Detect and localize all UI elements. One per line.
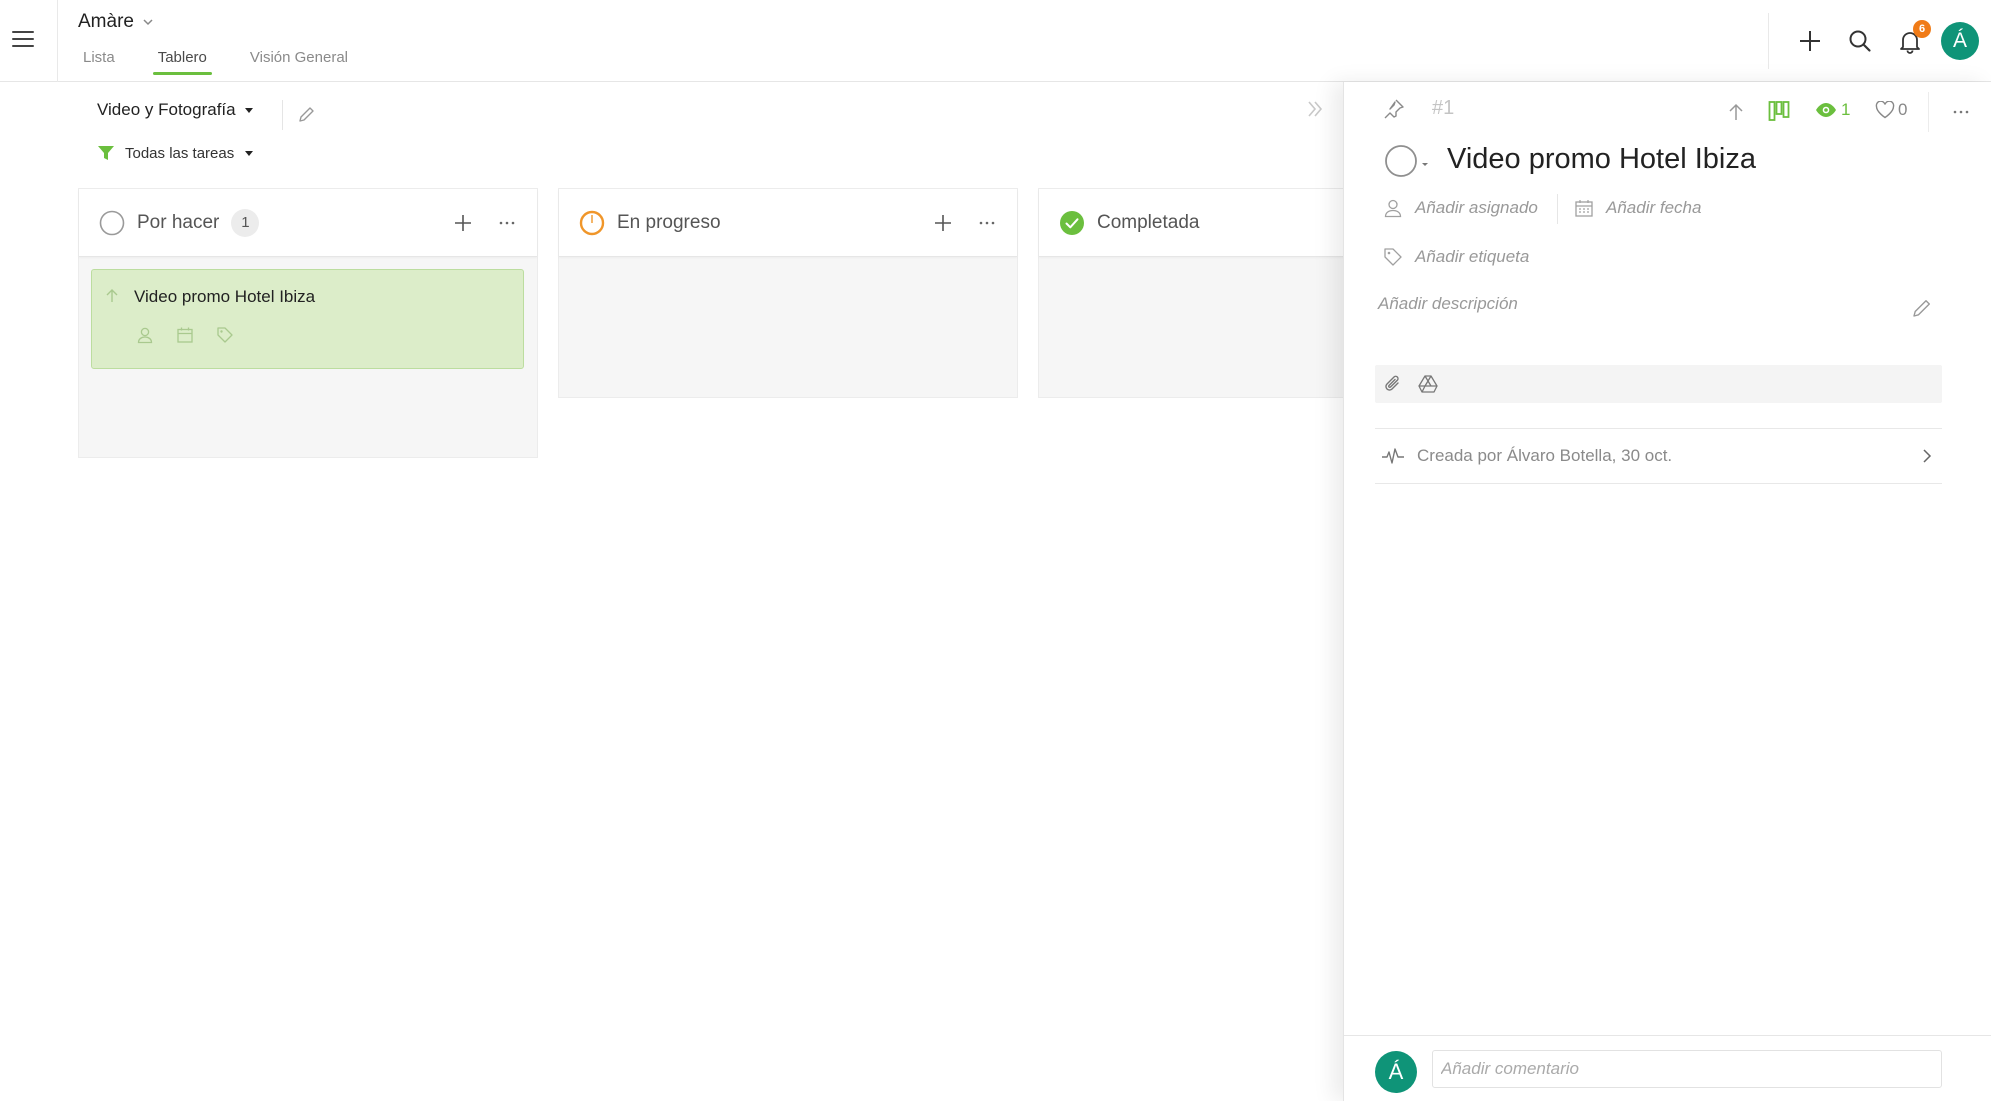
more-options-icon[interactable]	[975, 211, 999, 235]
task-title[interactable]: Video promo Hotel Ibiza	[1447, 143, 1756, 176]
heart-icon	[1875, 101, 1895, 119]
calendar-icon[interactable]	[176, 326, 194, 344]
divider	[1557, 194, 1558, 224]
like-button[interactable]: 0	[1875, 100, 1907, 120]
kanban-board-icon[interactable]	[1768, 100, 1790, 122]
status-in-progress-icon	[579, 210, 605, 236]
eye-icon	[1815, 102, 1837, 118]
task-card-title: Video promo Hotel Ibiza	[134, 287, 316, 306]
view-tabs: Lista Tablero Visión General	[78, 46, 386, 75]
column-header: En progreso	[559, 189, 1017, 257]
plus-icon[interactable]	[931, 211, 955, 235]
divider	[282, 100, 283, 130]
more-options-icon[interactable]	[495, 211, 519, 235]
filter-label: Todas las tareas	[125, 144, 235, 162]
assignee-placeholder: Añadir asignado	[1415, 198, 1538, 217]
arrow-up-icon	[104, 288, 120, 304]
comment-bar: Á	[1344, 1035, 1991, 1101]
pin-icon[interactable]	[1382, 97, 1406, 121]
attachments-bar	[1375, 365, 1942, 403]
pencil-icon[interactable]	[1911, 297, 1933, 319]
watchers-button[interactable]: 1	[1815, 100, 1850, 120]
activity-icon	[1381, 446, 1405, 468]
view-name: Video y Fotografía	[97, 100, 236, 119]
more-options-icon[interactable]	[1949, 100, 1973, 124]
tag-icon	[1383, 247, 1403, 267]
bell-icon[interactable]: 6	[1897, 20, 1931, 54]
due-date-placeholder: Añadir fecha	[1606, 198, 1702, 217]
arrow-up-icon[interactable]	[1726, 102, 1746, 122]
task-filter[interactable]: Todas las tareas	[97, 144, 254, 162]
description-field[interactable]: Añadir descripción	[1378, 294, 1518, 314]
google-drive-icon[interactable]	[1418, 374, 1438, 394]
user-avatar[interactable]: Á	[1941, 22, 1979, 60]
caret-down-icon	[244, 148, 254, 158]
tab-tablero[interactable]: Tablero	[152, 46, 213, 75]
task-number: #1	[1432, 97, 1455, 119]
column-title: En progreso	[617, 211, 721, 233]
search-icon[interactable]	[1847, 28, 1873, 54]
divider	[1768, 13, 1769, 69]
top-bar: Amàre Lista Tablero Visión General 6 Á	[0, 0, 1991, 82]
plus-icon[interactable]	[451, 211, 475, 235]
status-done-icon	[1059, 210, 1085, 236]
likes-count: 0	[1898, 100, 1908, 119]
commenter-avatar: Á	[1375, 1051, 1417, 1093]
tab-vision-general[interactable]: Visión General	[245, 46, 353, 75]
user-icon	[1383, 198, 1403, 218]
column-title: Completada	[1097, 211, 1200, 233]
header-actions: 6 Á	[1768, 0, 1991, 82]
caret-down-icon	[244, 105, 254, 115]
tag-icon[interactable]	[216, 326, 234, 344]
task-status-toggle[interactable]	[1384, 143, 1430, 179]
column-title: Por hacer	[137, 211, 220, 233]
pencil-icon[interactable]	[297, 104, 317, 124]
double-chevron-right-icon[interactable]	[1303, 97, 1327, 121]
board-toolbar: Video y Fotografía Todas las tareas	[97, 100, 314, 162]
watchers-count: 1	[1841, 100, 1851, 119]
chevron-down-icon	[142, 16, 154, 28]
activity-row[interactable]: Creada por Álvaro Botella, 30 oct.	[1375, 428, 1942, 484]
task-detail-toolbar: #1 1 0	[1344, 82, 1991, 142]
status-todo-icon	[99, 210, 125, 236]
column-por-hacer: Por hacer 1 Video promo Hotel Ibiza	[78, 188, 538, 458]
column-header: Por hacer 1	[79, 189, 537, 257]
chevron-right-icon	[1918, 447, 1936, 465]
notification-badge: 6	[1913, 20, 1931, 38]
tab-lista[interactable]: Lista	[78, 46, 120, 75]
view-selector[interactable]: Video y Fotografía	[97, 100, 254, 120]
calendar-icon	[1574, 198, 1594, 218]
tag-placeholder: Añadir etiqueta	[1415, 247, 1530, 266]
task-card[interactable]: Video promo Hotel Ibiza	[91, 269, 524, 369]
due-date-field[interactable]: Añadir fecha	[1574, 198, 1701, 218]
divider	[57, 0, 58, 82]
tag-field[interactable]: Añadir etiqueta	[1383, 247, 1529, 267]
project-selector[interactable]: Amàre	[78, 11, 154, 33]
menu-icon[interactable]	[10, 26, 36, 52]
paperclip-icon[interactable]	[1383, 374, 1403, 394]
project-title: Amàre	[78, 11, 134, 32]
task-detail-panel: #1 1 0 Video promo Hotel Ibiza Añadir as…	[1343, 82, 1991, 1101]
divider	[1928, 92, 1929, 132]
column-en-progreso: En progreso	[558, 188, 1018, 398]
column-count-badge: 1	[231, 208, 260, 237]
plus-icon[interactable]	[1797, 28, 1823, 54]
filter-icon	[97, 144, 115, 162]
user-icon[interactable]	[136, 326, 154, 344]
activity-text: Creada por Álvaro Botella, 30 oct.	[1417, 446, 1673, 465]
assignee-field[interactable]: Añadir asignado	[1383, 198, 1538, 218]
comment-input[interactable]	[1432, 1050, 1942, 1088]
